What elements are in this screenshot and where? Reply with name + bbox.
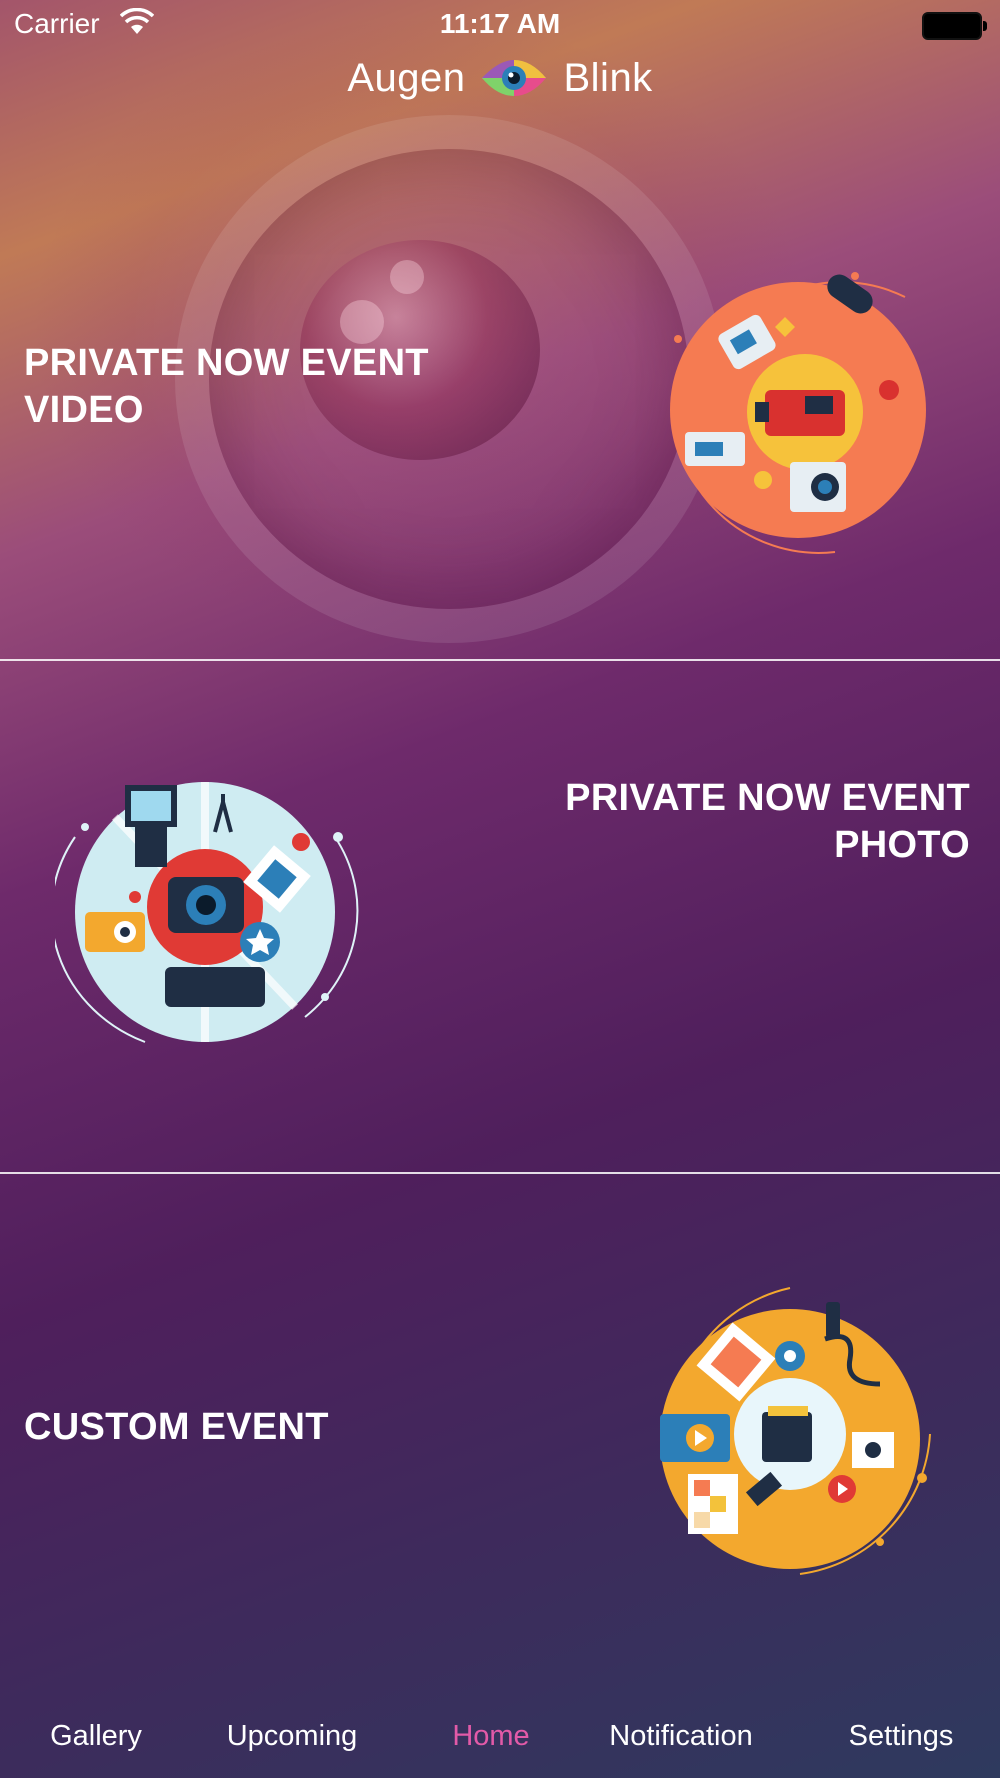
tab-home[interactable]: Home bbox=[452, 1720, 529, 1753]
event-title-video: PRIVATE NOW EVENT VIDEO bbox=[24, 340, 429, 434]
event-title-line: PHOTO bbox=[834, 824, 970, 866]
event-card-custom[interactable]: CUSTOM EVENT bbox=[0, 1174, 1000, 1694]
event-title-photo: PRIVATE NOW EVENT PHOTO bbox=[565, 775, 970, 869]
tab-notification[interactable]: Notification bbox=[609, 1720, 752, 1753]
event-title-line: CUSTOM EVENT bbox=[24, 1406, 329, 1448]
event-title-custom: CUSTOM EVENT bbox=[24, 1404, 329, 1451]
event-card-private-video[interactable]: PRIVATE NOW EVENT VIDEO bbox=[0, 0, 1000, 660]
video-equipment-illustration bbox=[670, 272, 926, 554]
tab-gallery[interactable]: Gallery bbox=[50, 1720, 142, 1753]
event-title-line: PRIVATE NOW EVENT bbox=[24, 342, 429, 384]
section-divider bbox=[0, 659, 1000, 661]
tab-upcoming[interactable]: Upcoming bbox=[227, 1720, 358, 1753]
tab-settings[interactable]: Settings bbox=[849, 1720, 954, 1753]
bottom-tab-bar: Gallery Upcoming Home Notification Setti… bbox=[0, 1690, 1000, 1778]
event-title-line: VIDEO bbox=[24, 389, 144, 431]
photo-camera-illustration bbox=[55, 782, 359, 1043]
event-title-line: PRIVATE NOW EVENT bbox=[565, 777, 970, 819]
event-card-private-photo[interactable]: PRIVATE NOW EVENT PHOTO bbox=[0, 662, 1000, 1172]
media-sd-card-illustration bbox=[660, 1287, 931, 1575]
